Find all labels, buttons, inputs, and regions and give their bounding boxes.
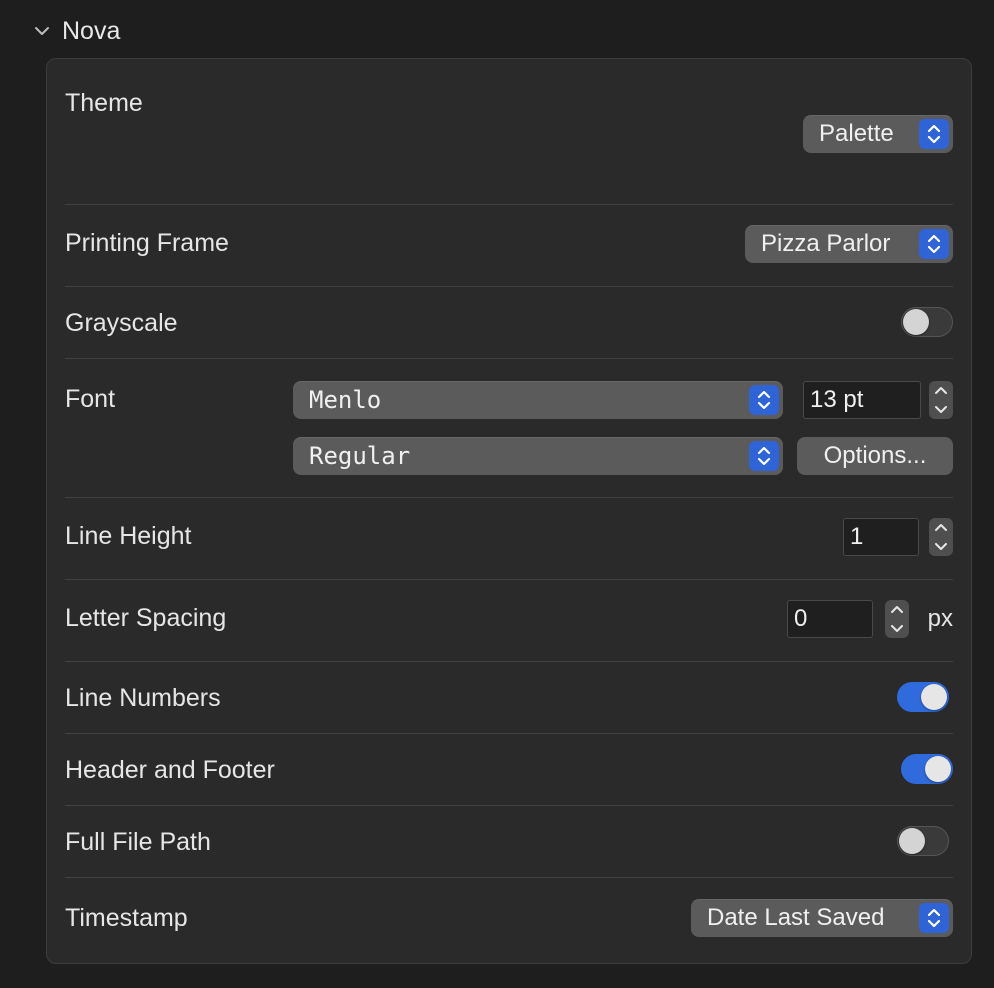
stepper-up-icon <box>935 524 947 531</box>
header-footer-row: Header and Footer <box>65 734 953 806</box>
timestamp-label: Timestamp <box>65 904 188 932</box>
line-height-field[interactable]: 1 <box>843 518 919 556</box>
letter-spacing-field[interactable]: 0 <box>787 600 873 638</box>
line-height-label: Line Height <box>65 522 192 550</box>
font-options-button[interactable]: Options... <box>797 437 953 475</box>
font-size-stepper[interactable] <box>929 381 953 419</box>
theme-label: Theme <box>65 89 143 117</box>
line-height-stepper[interactable] <box>929 518 953 556</box>
stepper-down-icon <box>935 406 947 413</box>
timestamp-popup[interactable]: Date Last Saved <box>691 899 953 937</box>
grayscale-row: Grayscale <box>65 287 953 359</box>
line-numbers-row: Line Numbers <box>65 662 953 734</box>
chevron-down-icon[interactable] <box>32 21 52 41</box>
grayscale-toggle[interactable] <box>901 307 953 337</box>
settings-panel: Theme Palette Printing Frame Pizza Parlo… <box>46 58 972 964</box>
letter-spacing-label: Letter Spacing <box>65 604 227 632</box>
printing-frame-label: Printing Frame <box>65 229 229 257</box>
font-row: Font Menlo 13 pt Regular Options... <box>65 359 953 498</box>
font-style-popup[interactable]: Regular <box>293 437 783 475</box>
printing-frame-row: Printing Frame Pizza Parlor <box>65 205 953 287</box>
theme-popup[interactable]: Palette <box>803 115 953 153</box>
letter-spacing-unit: px <box>927 605 953 632</box>
grayscale-label: Grayscale <box>65 309 178 337</box>
letter-spacing-stepper[interactable] <box>885 600 909 638</box>
font-size-field[interactable]: 13 pt <box>803 381 921 419</box>
stepper-down-icon <box>935 543 947 550</box>
font-family-popup[interactable]: Menlo <box>293 381 783 419</box>
full-file-path-label: Full File Path <box>65 828 211 856</box>
stepper-up-icon <box>891 606 903 613</box>
header-footer-toggle[interactable] <box>901 754 953 784</box>
stepper-up-icon <box>935 387 947 394</box>
header-footer-label: Header and Footer <box>65 756 275 784</box>
full-file-path-row: Full File Path <box>65 806 953 878</box>
up-down-arrows-icon <box>919 903 949 933</box>
section-header[interactable]: Nova <box>32 14 120 48</box>
up-down-arrows-icon <box>749 385 779 415</box>
line-numbers-toggle[interactable] <box>897 682 949 712</box>
stepper-down-icon <box>891 625 903 632</box>
up-down-arrows-icon <box>749 441 779 471</box>
line-height-row: Line Height 1 <box>65 498 953 580</box>
line-numbers-label: Line Numbers <box>65 684 221 712</box>
theme-row: Theme Palette <box>65 59 953 205</box>
printing-frame-popup[interactable]: Pizza Parlor <box>745 225 953 263</box>
up-down-arrows-icon <box>919 229 949 259</box>
section-title: Nova <box>62 16 121 45</box>
full-file-path-toggle[interactable] <box>897 826 949 856</box>
font-label: Font <box>65 385 116 413</box>
timestamp-row: Timestamp Date Last Saved <box>65 878 953 964</box>
up-down-arrows-icon <box>919 119 949 149</box>
letter-spacing-row: Letter Spacing 0 px <box>65 580 953 662</box>
